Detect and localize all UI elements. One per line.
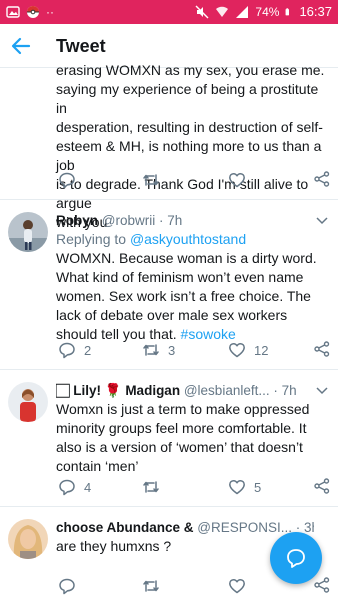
reply-button[interactable]	[58, 577, 76, 595]
tweet-feed: erasing WOMXN as my sex, you erase me. B…	[0, 62, 338, 600]
retweet-button[interactable]	[142, 577, 160, 595]
tweet-text: Womxn is just a term to make oppressed m…	[56, 400, 326, 476]
heart-icon	[229, 342, 245, 358]
retweet-button[interactable]: 3	[142, 341, 175, 359]
tweet-card-previous[interactable]: erasing WOMXN as my sex, you erase me. B…	[0, 62, 338, 230]
share-button[interactable]	[314, 577, 330, 593]
avatar[interactable]	[8, 519, 48, 559]
tweet-card[interactable]: Robyn @robwrii · 7h Replying to @askyout…	[0, 200, 338, 370]
avatar[interactable]	[8, 382, 48, 422]
retweet-icon	[143, 344, 159, 356]
replying-to: Replying to @askyouthtostand	[56, 230, 246, 248]
share-icon	[314, 341, 330, 357]
tweet-text-line: desperation, resulting in destruction of…	[56, 119, 323, 135]
user-handle[interactable]: @robwrii	[102, 213, 155, 228]
status-bar: ·· 74% 16:37	[0, 0, 338, 24]
share-button[interactable]	[314, 478, 330, 494]
tweet-time: · 7h	[159, 213, 183, 228]
like-button[interactable]: 12	[228, 341, 268, 359]
retweet-button[interactable]	[142, 478, 168, 496]
retweet-icon	[143, 481, 159, 493]
heart-icon	[229, 172, 245, 188]
wifi-icon	[216, 6, 229, 17]
retweet-icon	[143, 580, 159, 592]
share-button[interactable]	[314, 171, 330, 187]
reply-icon	[59, 342, 75, 359]
tweet-body: Womxn is just a term to make oppressed m…	[56, 401, 310, 474]
reply-icon	[59, 172, 75, 189]
hashtag-link[interactable]: #sowoke	[181, 326, 236, 342]
share-icon	[314, 478, 330, 494]
like-count: 5	[254, 479, 262, 495]
replying-to-label: Replying to	[56, 231, 127, 247]
reply-count: 4	[84, 479, 92, 495]
reply-button[interactable]: 2	[58, 341, 91, 359]
share-icon	[314, 171, 330, 187]
retweet-button[interactable]	[142, 171, 160, 189]
mention-link[interactable]: @askyouthtostand	[130, 231, 246, 247]
tweet-body: are they humxns ?	[56, 538, 172, 554]
tweet-actions: 2 3 12	[56, 341, 330, 361]
display-name[interactable]: 🏻 Lily! 🌹 Madigan	[56, 383, 180, 398]
like-button[interactable]: 5	[228, 478, 261, 496]
back-arrow-icon[interactable]	[10, 35, 32, 57]
retweet-icon	[143, 174, 159, 186]
chevron-down-icon[interactable]	[316, 387, 328, 395]
chevron-down-icon[interactable]	[316, 217, 328, 225]
user-handle[interactable]: @RESPONSI...	[197, 520, 292, 535]
tweet-text-line: erasing WOMXN as my sex, you erase me. B…	[56, 62, 325, 78]
page-title: Tweet	[56, 36, 106, 56]
avatar-image	[8, 382, 48, 422]
tweet-actions	[56, 171, 330, 191]
reply-button[interactable]: 4	[58, 478, 91, 496]
display-name[interactable]: choose Abundance &	[56, 520, 194, 535]
like-button[interactable]	[228, 171, 246, 189]
reply-button[interactable]	[58, 171, 76, 189]
avatar-image	[8, 519, 48, 559]
chat-bubble-icon	[287, 549, 305, 568]
tweet-time: · 7h	[273, 383, 297, 398]
share-button[interactable]	[314, 341, 330, 357]
tweet-header: choose Abundance & @RESPONSI... · 3h	[56, 519, 314, 536]
like-count: 12	[254, 342, 269, 358]
battery-percent: 74%	[255, 5, 280, 19]
display-name[interactable]: Robyn	[56, 213, 98, 228]
like-button[interactable]	[228, 577, 246, 595]
heart-icon	[229, 479, 245, 495]
reply-icon	[59, 578, 75, 595]
avatar[interactable]	[8, 212, 48, 252]
retweet-count: 3	[168, 342, 176, 358]
heart-icon	[229, 578, 245, 594]
avatar-image	[8, 212, 48, 252]
tweet-actions: 4 5	[56, 478, 330, 498]
gallery-notification-icon	[6, 6, 20, 18]
tweet-header: 🏻 Lily! 🌹 Madigan @lesbianleft... · 7h	[56, 382, 314, 399]
clock: 16:37	[299, 4, 332, 19]
pokeball-notification-icon	[27, 6, 39, 18]
tweet-card[interactable]: 🏻 Lily! 🌹 Madigan @lesbianleft... · 7h W…	[0, 370, 338, 507]
reply-count: 2	[84, 342, 92, 358]
signal-icon	[236, 6, 249, 18]
tweet-text-line: esteem & MH, is nothing more to us than …	[56, 138, 322, 173]
tweet-text-line: saying my experience of being a prostitu…	[56, 81, 319, 116]
reply-icon	[59, 479, 75, 496]
more-notifications-icon: ··	[46, 5, 54, 19]
compose-reply-button[interactable]	[270, 532, 322, 584]
mute-icon	[195, 5, 209, 19]
battery-icon	[286, 8, 290, 16]
tweet-header: Robyn @robwrii · 7h	[56, 212, 314, 229]
tweet-text: WOMXN. Because woman is a dirty word. Wh…	[56, 249, 326, 344]
share-icon	[314, 577, 330, 593]
user-handle[interactable]: @lesbianleft...	[184, 383, 270, 398]
